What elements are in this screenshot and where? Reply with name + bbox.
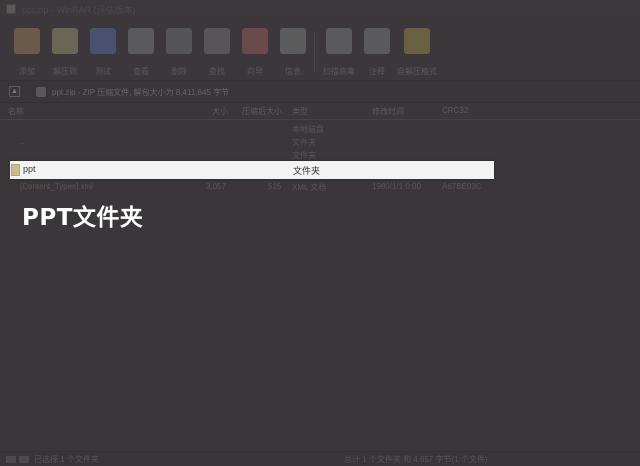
file-list-header: 名称 大小 压缩后大小 类型 修改时间 CRC32	[0, 103, 640, 120]
row-type: 本地磁盘	[292, 125, 324, 134]
add-archive-icon	[14, 28, 40, 54]
window-title: ppt.zip - WinRAR (评估版本)	[22, 5, 136, 15]
column-modified[interactable]: 修改时间	[372, 106, 404, 117]
column-size[interactable]: 大小	[212, 106, 228, 117]
up-folder-icon[interactable]: ▲	[9, 86, 20, 97]
selected-folder-type: 文件夹	[293, 166, 321, 176]
virus-scan-icon	[326, 28, 352, 54]
status-right: 总计 1 个文件夹 和 4,657 字节(1 个文件)	[344, 455, 488, 464]
winrar-app-icon	[6, 4, 16, 14]
row-crc: A67BE03C	[442, 182, 482, 191]
sfx-button[interactable]: 自解压格式	[397, 22, 437, 78]
row-modified: 1980/1/1 0:00	[372, 182, 421, 191]
list-item[interactable]: 本地磁盘	[0, 123, 640, 136]
sfx-button-label: 自解压格式	[397, 67, 437, 76]
status-left: 已选择 1 个文件夹	[34, 455, 99, 464]
info-icon	[280, 28, 306, 54]
selected-folder-name: ppt	[23, 164, 36, 174]
test-icon	[90, 28, 116, 54]
toolbar: 添加 解压到 测试 查看 删除 查找 向导 信息 扫描病毒 注释 自解压格式	[0, 18, 640, 81]
status-bar: 已选择 1 个文件夹 总计 1 个文件夹 和 4,657 字节(1 个文件)	[0, 451, 640, 466]
comment-icon	[364, 28, 390, 54]
selected-folder-row[interactable]: ppt 文件夹	[10, 161, 494, 179]
extract-to-icon	[52, 28, 78, 54]
list-item[interactable]: .. 文件夹	[0, 136, 640, 149]
row-name: ..	[20, 137, 25, 146]
row-type: XML 文档	[292, 183, 327, 192]
delete-icon	[166, 28, 192, 54]
address-path: ppt.zip - ZIP 压缩文件, 解包大小为 8,411,845 字节	[52, 88, 230, 97]
view-icon	[128, 28, 154, 54]
overlay-caption: PPT文件夹	[22, 205, 144, 231]
address-bar: ▲ ppt.zip - ZIP 压缩文件, 解包大小为 8,411,845 字节	[0, 82, 640, 103]
row-type: 文件夹	[292, 138, 316, 147]
column-packed[interactable]: 压缩后大小	[242, 106, 282, 117]
sfx-icon	[404, 28, 430, 54]
list-item[interactable]: [Content_Types].xml 3,057 515 XML 文档 198…	[0, 181, 640, 194]
wizard-icon	[242, 28, 268, 54]
column-type[interactable]: 类型	[292, 106, 308, 117]
title-bar: ppt.zip - WinRAR (评估版本)	[0, 0, 640, 18]
column-name[interactable]: 名称	[8, 106, 24, 117]
key-icon	[19, 456, 29, 463]
row-size: 3,057	[206, 182, 227, 191]
find-icon	[204, 28, 230, 54]
row-packed: 515	[268, 182, 282, 191]
drive-icon	[6, 456, 16, 463]
folder-icon	[11, 164, 20, 176]
info-button[interactable]: 信息	[274, 22, 312, 78]
row-type: 文件夹	[292, 151, 316, 160]
archive-icon	[36, 87, 46, 97]
column-crc[interactable]: CRC32	[442, 106, 468, 115]
row-name: [Content_Types].xml	[20, 182, 93, 191]
